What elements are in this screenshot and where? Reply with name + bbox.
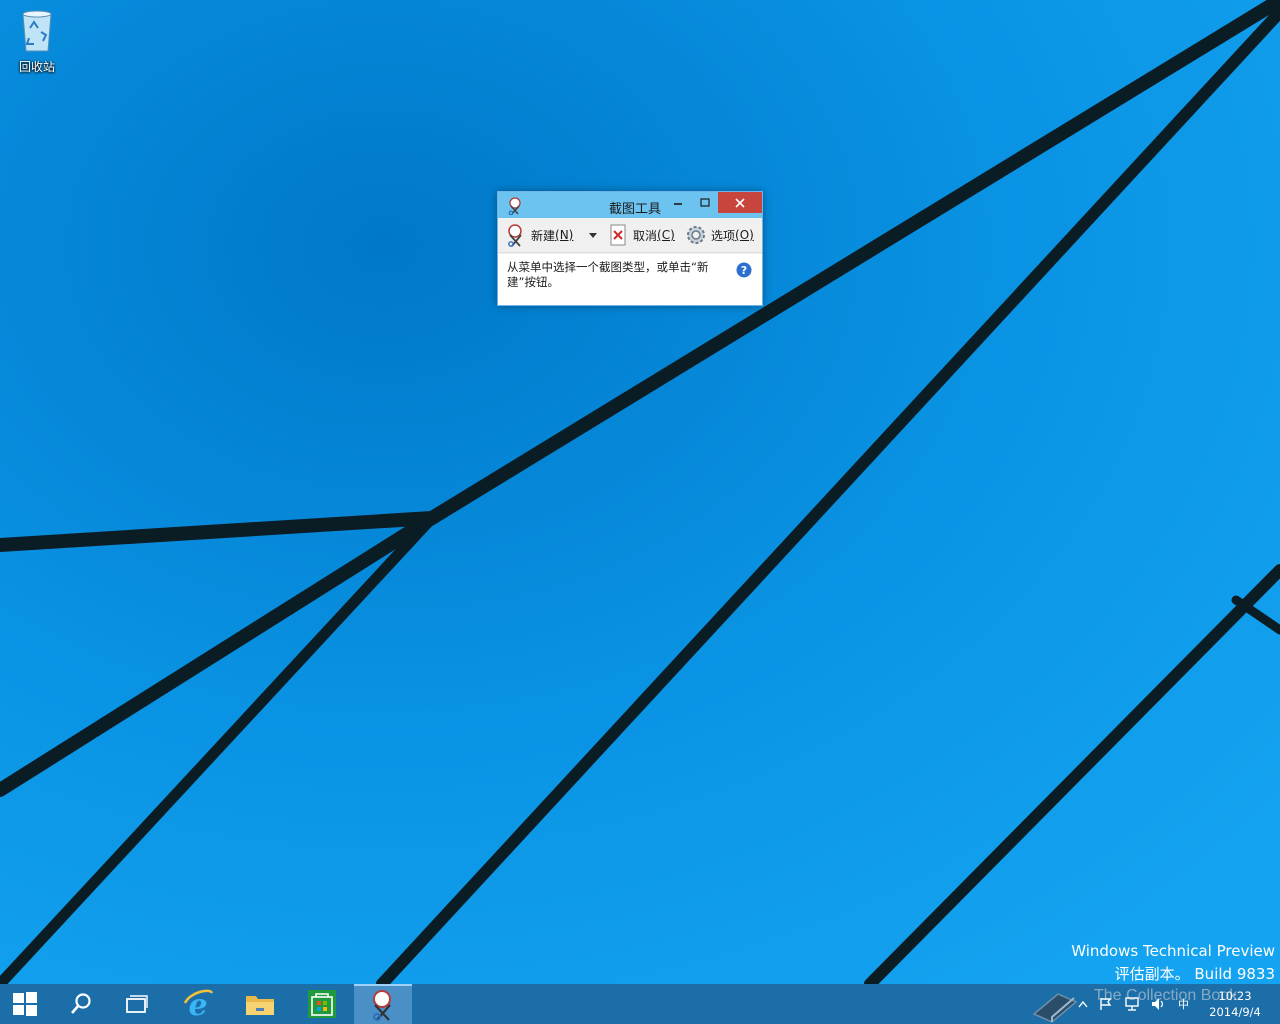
wallpaper [0, 0, 1280, 984]
cancel-button[interactable]: 取消 (C) [606, 222, 675, 248]
volume-icon[interactable] [1151, 997, 1167, 1011]
tray-overlay-book [1030, 984, 1082, 1024]
search-button[interactable] [56, 984, 106, 1024]
cancel-accel: (C) [657, 228, 675, 242]
maximize-icon [700, 197, 710, 207]
task-view-button[interactable] [112, 984, 162, 1024]
cancel-label: 取消 [633, 228, 658, 243]
ie-icon: e [183, 988, 214, 1020]
chevron-down-icon [589, 232, 597, 238]
search-icon [71, 993, 91, 1014]
task-view-icon [126, 995, 148, 1013]
watermark-line-2: 评估副本。 Build 9833 [1114, 965, 1275, 983]
snipping-tool-window[interactable]: 截图工具 新建 (N) 取消 (C) 选项 (O) 从菜单中选择一个截图类型，或… [497, 191, 763, 306]
store-button[interactable] [294, 984, 350, 1024]
desktop: 回收站 截图工具 新建 (N) 取消 (C) 选项 (O) 从菜单中选择一个截图… [0, 0, 1280, 984]
recycle-bin-shortcut[interactable]: 回收站 [8, 6, 66, 78]
windows-logo-icon [13, 992, 37, 1016]
window-titlebar[interactable]: 截图工具 [498, 192, 762, 218]
clock-date: 2014/9/4 [1209, 1005, 1261, 1019]
options-label: 选项 [711, 228, 736, 243]
new-snip-button[interactable]: 新建 (N) [504, 222, 573, 248]
minimize-icon [674, 202, 682, 205]
network-icon[interactable] [1124, 997, 1140, 1011]
new-snip-label: 新建 [531, 228, 556, 243]
taskbar-clock[interactable]: 10:23 2014/9/4 [1202, 988, 1268, 1020]
svg-text:?: ? [741, 264, 747, 277]
status-message-area: 从菜单中选择一个截图类型，或单击“新建”按钮。 ? [498, 254, 762, 305]
flag-icon[interactable] [1099, 997, 1113, 1011]
snipping-toolbar: 新建 (N) 取消 (C) 选项 (O) [498, 218, 762, 253]
start-button[interactable] [0, 984, 50, 1024]
ime-indicator[interactable]: 中 [1178, 996, 1189, 1012]
options-accel: (O) [735, 228, 754, 242]
taskbar: e The Collection Book 中 10:23 2014/9/4 [0, 984, 1280, 1024]
file-explorer-button[interactable] [232, 984, 288, 1024]
new-snip-accel: (N) [555, 228, 574, 242]
snipping-tool-taskbar-button[interactable] [354, 984, 412, 1024]
build-watermark: Windows Technical Preview 评估副本。 Build 98… [1071, 940, 1275, 984]
chevron-up-icon[interactable] [1078, 1000, 1088, 1008]
new-snip-icon [508, 224, 522, 247]
instruction-text: 从菜单中选择一个截图类型，或单击“新建”按钮。 [507, 260, 709, 289]
clock-time: 10:23 [1218, 989, 1252, 1003]
close-icon [735, 197, 745, 208]
minimize-button[interactable] [664, 192, 692, 213]
close-button[interactable] [718, 192, 762, 213]
store-icon [308, 990, 336, 1018]
book-logo-icon [1032, 993, 1078, 1023]
scissors-icon [373, 990, 391, 1021]
watermark-line-1: Windows Technical Preview [1071, 942, 1275, 960]
help-icon[interactable]: ? [736, 262, 752, 278]
recycle-bin-label: 回收站 [18, 60, 55, 74]
folder-icon [246, 996, 274, 1015]
snip-mode-dropdown[interactable] [586, 222, 600, 248]
options-button[interactable]: 选项 (O) [684, 222, 754, 248]
internet-explorer-button[interactable]: e [170, 984, 226, 1024]
gear-icon [687, 226, 705, 244]
maximize-button[interactable] [692, 192, 718, 213]
system-tray: 中 [1078, 984, 1189, 1024]
recycle-bin-icon [22, 10, 52, 52]
cancel-icon [610, 224, 626, 246]
